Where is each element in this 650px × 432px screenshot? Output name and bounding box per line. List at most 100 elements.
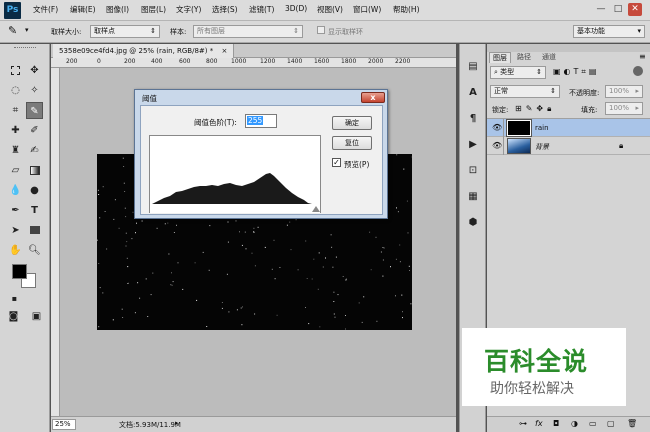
lock-icons[interactable]: ⊞✎✥🔒︎ <box>515 104 555 114</box>
eyedropper-tool-icon[interactable]: ✎ <box>26 102 43 119</box>
crop-tool-icon[interactable]: ⌗ <box>7 102 24 119</box>
fx-icon[interactable]: fx <box>535 419 543 428</box>
sample-select[interactable]: 所有图层 ⇕ <box>193 25 303 38</box>
tool-presets-icon[interactable]: ⊡ <box>464 162 482 180</box>
minimize-icon[interactable]: — <box>594 3 608 16</box>
dodge-tool-icon[interactable]: ● <box>26 182 43 199</box>
preview-checkbox[interactable]: ✓ <box>332 158 341 167</box>
layer-name[interactable]: 背景 <box>535 142 549 152</box>
3d-panel-icon[interactable]: ⬢ <box>464 214 482 232</box>
character-panel-icon[interactable]: A <box>464 84 482 102</box>
history-panel-icon[interactable]: ▤ <box>464 58 482 76</box>
status-menu-icon[interactable]: ▸ <box>175 419 179 427</box>
horizontal-ruler: 200 0 200 400 600 800 1000 1200 1400 160… <box>51 58 456 68</box>
close-icon[interactable]: ✕ <box>628 3 642 16</box>
tab-layers[interactable]: 图层 <box>489 52 511 63</box>
path-select-tool-icon[interactable]: ➤ <box>7 222 24 239</box>
ok-button[interactable]: 确定 <box>332 116 372 130</box>
ruler-tick: 1600 <box>314 58 330 65</box>
ruler-tick: 1200 <box>260 58 276 65</box>
lasso-tool-icon[interactable]: ◌ <box>7 82 24 99</box>
tab-channels[interactable]: 通道 <box>539 52 559 63</box>
toolbox: ✥ ◌ ✧ ⌗ ✎ ✚ ✐ ♜ ✍ ▱ 💧 ● ✒ T ➤ ✋ 🔍︎ ▪ ◙ ▣ <box>0 44 50 432</box>
history-brush-tool-icon[interactable]: ✍ <box>26 142 43 159</box>
layer-name[interactable]: rain <box>535 124 549 132</box>
menu-view[interactable]: 视图(V) <box>317 4 343 15</box>
menu-window[interactable]: 窗口(W) <box>353 4 381 15</box>
actions-panel-icon[interactable]: ▶ <box>464 136 482 154</box>
zoom-field[interactable]: 25% <box>52 419 76 430</box>
eye-icon[interactable]: 👁︎ <box>492 123 502 132</box>
menu-edit[interactable]: 编辑(E) <box>70 4 96 15</box>
rectangle-tool-icon[interactable] <box>26 222 43 239</box>
menu-filter[interactable]: 滤镜(T) <box>249 4 274 15</box>
threshold-level-input[interactable]: 255 <box>245 114 277 128</box>
close-tab-icon[interactable]: × <box>221 47 227 55</box>
menu-file[interactable]: 文件(F) <box>33 4 58 15</box>
layer-kind-filter[interactable]: ⌕ 类型 ⇕ <box>490 66 546 79</box>
ruler-tick: 200 <box>124 58 136 65</box>
gradient-tool-icon[interactable] <box>26 162 43 179</box>
layer-thumbnail <box>507 138 531 154</box>
zoom-tool-icon[interactable]: 🔍︎ <box>26 242 43 259</box>
eraser-tool-icon[interactable]: ▱ <box>7 162 24 179</box>
marquee-tool-icon[interactable] <box>7 62 24 79</box>
menu-3d[interactable]: 3D(D) <box>285 4 307 13</box>
group-icon[interactable]: ▭ <box>589 419 597 428</box>
type-tool-icon[interactable]: T <box>26 202 43 219</box>
panel-menu-icon[interactable]: ≡ <box>639 52 646 61</box>
menu-select[interactable]: 选择(S) <box>212 4 238 15</box>
toolbox-grip[interactable] <box>14 47 36 49</box>
layers-footer: ⊶ fx ◘ ◑ ▭ ▢ 🗑︎ <box>487 416 650 432</box>
filter-toggle-icon[interactable] <box>633 66 643 76</box>
menu-help[interactable]: 帮助(H) <box>393 4 420 15</box>
lock-label: 锁定: <box>492 106 509 114</box>
threshold-slider-handle[interactable] <box>312 206 320 212</box>
filter-icons[interactable]: ▣◐T⌗▤ <box>553 67 600 77</box>
blend-mode-select[interactable]: 正常 ⇕ <box>490 85 560 98</box>
move-tool-icon[interactable]: ✥ <box>26 62 43 79</box>
fill-field[interactable]: 100% ▸ <box>605 102 643 115</box>
quick-mask-icon[interactable]: ◙ <box>5 308 22 325</box>
dialog-title: 阈值 <box>142 94 157 103</box>
mask-icon[interactable]: ◘ <box>553 419 559 428</box>
restore-icon[interactable]: □ <box>611 3 625 16</box>
pen-tool-icon[interactable]: ✒ <box>7 202 24 219</box>
reset-button[interactable]: 复位 <box>332 136 372 150</box>
eyedropper-tool-icon[interactable]: ✎ <box>8 24 17 37</box>
show-ring-checkbox[interactable] <box>317 26 325 34</box>
histogram <box>149 135 321 213</box>
document-tab[interactable]: 5358e09ce4fd4.jpg @ 25% (rain, RGB/8#) *… <box>53 44 235 58</box>
screen-mode-icon[interactable]: ▣ <box>28 308 45 325</box>
sample-label: 样本: <box>170 28 187 36</box>
blur-tool-icon[interactable]: 💧 <box>7 182 24 199</box>
paragraph-panel-icon[interactable]: ¶ <box>464 110 482 128</box>
trash-icon[interactable]: 🗑︎ <box>627 419 637 428</box>
brush-tool-icon[interactable]: ✐ <box>26 122 43 139</box>
default-colors-icon[interactable]: ▪ <box>6 290 23 307</box>
vertical-ruler <box>51 68 60 416</box>
menu-image[interactable]: 图像(I) <box>106 4 129 15</box>
adjustment-icon[interactable]: ◑ <box>571 419 578 428</box>
swatches-panel-icon[interactable]: ▦ <box>464 188 482 206</box>
menu-layer[interactable]: 图层(L) <box>141 4 166 15</box>
layer-row-background[interactable]: 👁︎ 背景 🔒︎ <box>487 137 650 155</box>
healing-tool-icon[interactable]: ✚ <box>7 122 24 139</box>
opacity-field[interactable]: 100% ▸ <box>605 85 643 98</box>
link-icon[interactable]: ⊶ <box>519 419 527 428</box>
layer-row-rain[interactable]: 👁︎ rain <box>487 119 650 137</box>
eye-icon[interactable]: 👁︎ <box>492 141 502 150</box>
sample-size-select[interactable]: 取样点 ⇕ <box>90 25 160 38</box>
hand-tool-icon[interactable]: ✋ <box>7 242 24 259</box>
tab-paths[interactable]: 路径 <box>514 52 534 63</box>
foreground-color-swatch-top[interactable] <box>12 264 27 279</box>
chevron-down-icon[interactable]: ▾ <box>25 26 29 34</box>
new-layer-icon[interactable]: ▢ <box>607 419 615 428</box>
menu-type[interactable]: 文字(Y) <box>176 4 201 15</box>
close-icon[interactable]: x <box>361 92 385 103</box>
quick-select-tool-icon[interactable]: ✧ <box>26 82 43 99</box>
fill-label: 填充: <box>581 106 598 114</box>
ruler-tick: 400 <box>151 58 163 65</box>
clone-stamp-tool-icon[interactable]: ♜ <box>7 142 24 159</box>
workspace-select[interactable]: 基本功能 ▾ <box>573 25 645 38</box>
